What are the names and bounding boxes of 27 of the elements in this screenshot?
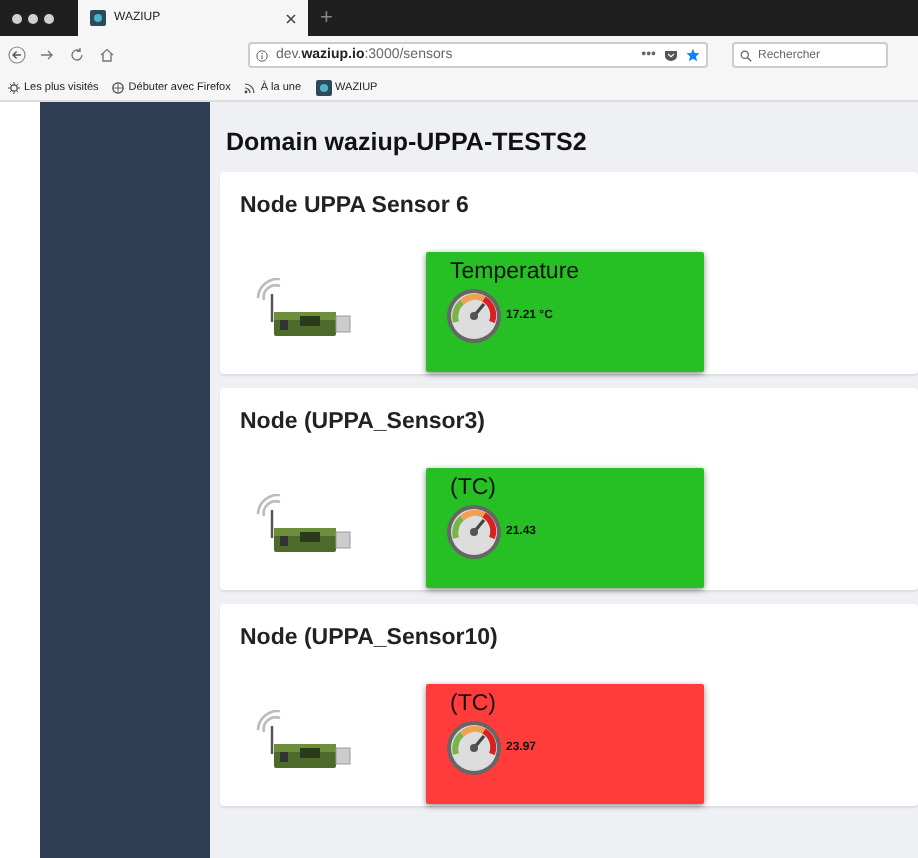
globe-icon <box>112 81 125 93</box>
reload-button[interactable] <box>68 46 86 64</box>
gauge-icon <box>447 505 501 559</box>
sensor-label: (TC) <box>450 692 498 718</box>
close-icon[interactable] <box>286 13 296 23</box>
site-icon <box>315 79 332 95</box>
back-button[interactable] <box>8 46 26 64</box>
gear-icon <box>8 81 20 93</box>
info-icon[interactable] <box>256 49 268 61</box>
new-tab-button[interactable]: + <box>320 6 333 30</box>
sensor-label: Temperature <box>450 260 582 286</box>
site-icon <box>90 10 106 26</box>
forward-button[interactable] <box>38 46 56 64</box>
home-button[interactable] <box>98 46 116 64</box>
sensor-device-icon <box>256 710 351 768</box>
node-title: Node (UPPA_Sensor3) <box>240 410 485 434</box>
feed-icon <box>244 81 257 93</box>
star-icon[interactable] <box>686 48 700 62</box>
sensor-label: (TC) <box>450 476 498 502</box>
node-title: Node UPPA Sensor 6 <box>240 194 469 218</box>
sensor-device-icon <box>256 278 351 336</box>
gauge-icon <box>447 289 501 343</box>
gauge-icon <box>447 721 501 775</box>
node-title: Node (UPPA_Sensor10) <box>240 626 498 650</box>
page-title: Domain waziup-UPPA-TESTS2 <box>226 128 589 156</box>
pocket-icon[interactable] <box>664 49 678 61</box>
sensor-device-icon <box>256 494 351 552</box>
